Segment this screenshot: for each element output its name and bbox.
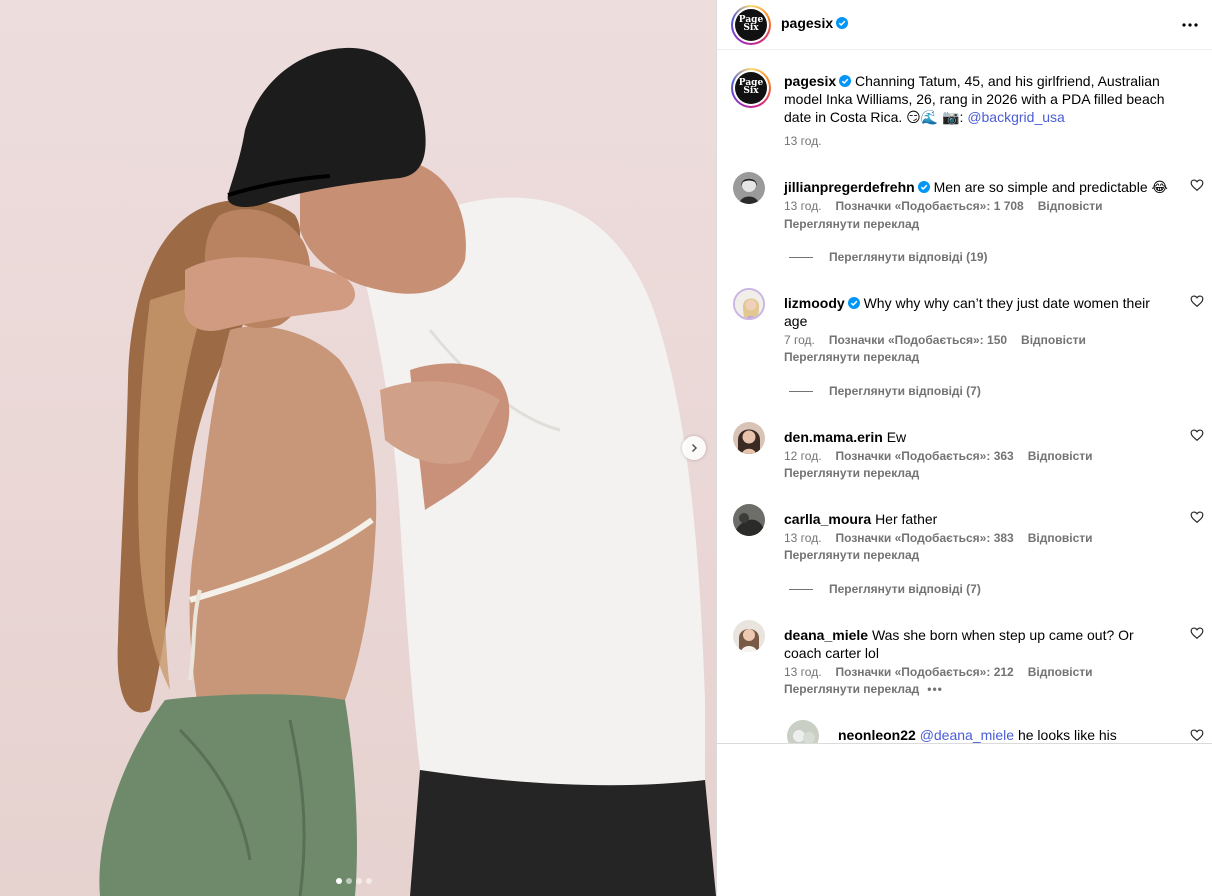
caption-username[interactable]: pagesix — [784, 73, 836, 89]
see-translation-link[interactable]: Переглянути переклад — [784, 466, 919, 480]
comment-likes[interactable]: Позначки «Подобається»: 363 — [836, 449, 1014, 463]
logo-text: Six — [743, 86, 759, 96]
likes-count: 383 — [993, 531, 1014, 545]
heart-outline-icon[interactable] — [1190, 428, 1204, 442]
comment-username[interactable]: jillianpregerdefrehn — [784, 179, 915, 195]
likes-count: 363 — [993, 449, 1014, 463]
verified-badge-icon — [836, 17, 849, 29]
comment-username[interactable]: deana_miele — [784, 627, 868, 643]
view-replies-label: Переглянути відповіді (7) — [829, 384, 981, 398]
comment-text-block: neonleon22 @deana_miele he looks like hi… — [838, 726, 1178, 743]
likes-label: Позначки «Подобається»: — [835, 449, 994, 463]
view-replies-button[interactable]: Переглянути відповіді (19) — [789, 250, 988, 264]
commenter-avatar[interactable] — [733, 288, 765, 320]
view-replies-button[interactable]: Переглянути відповіді (7) — [789, 384, 981, 398]
comment-likes[interactable]: Позначки «Подобається»: 150 — [829, 333, 1007, 347]
see-translation-link[interactable]: Переглянути переклад — [784, 548, 919, 562]
view-replies-button[interactable]: Переглянути відповіді (7) — [789, 582, 981, 596]
logo-text: Six — [743, 23, 759, 33]
see-translation-link[interactable]: Переглянути переклад — [784, 217, 919, 231]
reply-button[interactable]: Відповісти — [1028, 449, 1093, 463]
post-header: Page Six pagesix — [717, 0, 1212, 50]
likes-label: Позначки «Подобається»: — [835, 199, 994, 213]
carousel-dot-active — [336, 878, 342, 884]
carousel-next-button[interactable] — [682, 436, 706, 460]
comment-likes[interactable]: Позначки «Подобається»: 1 708 — [836, 199, 1024, 213]
comment-likes[interactable]: Позначки «Подобається»: 383 — [836, 531, 1014, 545]
likes-label: Позначки «Подобається»: — [835, 531, 994, 545]
comment-body: Men are so simple and predictable 😂 — [933, 179, 1168, 195]
heart-outline-icon[interactable] — [1190, 294, 1204, 308]
comment-text-block: den.mama.erin Ew — [784, 428, 1168, 446]
comment-timestamp[interactable]: 13 год. — [784, 531, 822, 545]
post-actions-area — [717, 744, 1212, 896]
comment-timestamp[interactable]: 12 год. — [784, 449, 822, 463]
comment-actions-row: Переглянути переклад ••• — [784, 682, 943, 696]
more-horizontal-icon — [1182, 23, 1198, 27]
likes-label: Позначки «Подобається»: — [828, 333, 988, 347]
heart-outline-icon[interactable] — [1190, 728, 1204, 742]
comment-username[interactable]: neonleon22 — [838, 727, 916, 743]
comment-meta: 13 год. Позначки «Подобається»: 383 Відпов… — [784, 531, 1107, 545]
commenter-avatar[interactable] — [733, 504, 765, 536]
comment-meta: 13 год. Позначки «Подобається»: 212 Відпов… — [784, 665, 1107, 679]
commenter-avatar[interactable] — [733, 422, 765, 454]
carousel-indicator — [336, 878, 372, 884]
caption-timestamp[interactable]: 13 год. — [784, 134, 822, 148]
see-translation-link[interactable]: Переглянути переклад — [784, 682, 919, 696]
verified-badge-icon — [839, 75, 852, 87]
post-side-panel: Page Six pagesix Page Six pagesix Channi… — [717, 0, 1212, 896]
commenter-avatar[interactable] — [787, 720, 819, 743]
comment-body: Ew — [886, 429, 907, 445]
comment-username[interactable]: carlla_moura — [784, 511, 871, 527]
reply-mention-link[interactable]: @deana_miele — [920, 727, 1014, 743]
comment-username[interactable]: den.mama.erin — [784, 429, 883, 445]
comment-timestamp[interactable]: 7 год. — [784, 333, 815, 347]
reply-button[interactable]: Відповісти — [1028, 531, 1093, 545]
chevron-right-icon — [689, 440, 699, 456]
caption-mention-link[interactable]: @backgrid_usa — [967, 109, 1065, 125]
comment-body: Her father — [875, 511, 938, 527]
comment-timestamp[interactable]: 13 год. — [784, 665, 822, 679]
carousel-dot — [356, 878, 362, 884]
view-replies-label: Переглянути відповіді (7) — [829, 582, 981, 596]
heart-outline-icon[interactable] — [1190, 178, 1204, 192]
commenter-avatar[interactable] — [733, 620, 765, 652]
heart-outline-icon[interactable] — [1190, 510, 1204, 524]
comment-text-block: jillianpregerdefrehn Men are so simple a… — [784, 178, 1168, 196]
post-photo — [99, 47, 716, 896]
heart-outline-icon[interactable] — [1190, 626, 1204, 640]
comment-username[interactable]: lizmoody — [784, 295, 845, 311]
reply-button[interactable]: Відповісти — [1021, 333, 1086, 347]
comment-meta: 13 год. Позначки «Подобається»: 1 708 Відп… — [784, 199, 1117, 213]
comment-more-options-icon[interactable]: ••• — [927, 682, 943, 696]
likes-count: 1 708 — [993, 199, 1024, 213]
comment-meta: 7 год. Позначки «Подобається»: 150 Відпові… — [784, 333, 1100, 347]
see-translation-link[interactable]: Переглянути переклад — [784, 350, 919, 364]
verified-badge-icon — [917, 181, 930, 193]
comment-meta: 12 год. Позначки «Подобається»: 363 Відпов… — [784, 449, 1107, 463]
carousel-dot — [346, 878, 352, 884]
likes-count: 212 — [993, 665, 1014, 679]
caption-text: pagesix Channing Tatum, 45, and his girl… — [784, 72, 1168, 126]
account-avatar[interactable]: Page Six — [731, 5, 771, 45]
commenter-avatar[interactable] — [733, 172, 765, 204]
account-username[interactable]: pagesix — [781, 15, 833, 31]
post-media[interactable] — [0, 0, 716, 896]
verified-badge-icon — [847, 297, 860, 309]
view-replies-label: Переглянути відповіді (19) — [829, 250, 988, 264]
comment-text-block: lizmoody Why why why can’t they just dat… — [784, 294, 1168, 330]
reply-item: neonleon22 @deana_miele he looks like hi… — [717, 720, 1212, 743]
more-options-button[interactable] — [1179, 14, 1201, 36]
comment-text-block: carlla_moura Her father — [784, 510, 1168, 528]
reply-button[interactable]: Відповісти — [1038, 199, 1103, 213]
likes-label: Позначки «Подобається»: — [835, 665, 994, 679]
comment-likes[interactable]: Позначки «Подобається»: 212 — [836, 665, 1014, 679]
comment-text-block: deana_miele Was she born when step up ca… — [784, 626, 1168, 662]
likes-count: 150 — [987, 333, 1008, 347]
reply-button[interactable]: Відповісти — [1028, 665, 1093, 679]
caption-avatar[interactable]: Page Six — [731, 68, 771, 108]
comment-timestamp[interactable]: 13 год. — [784, 199, 822, 213]
carousel-dot — [366, 878, 372, 884]
